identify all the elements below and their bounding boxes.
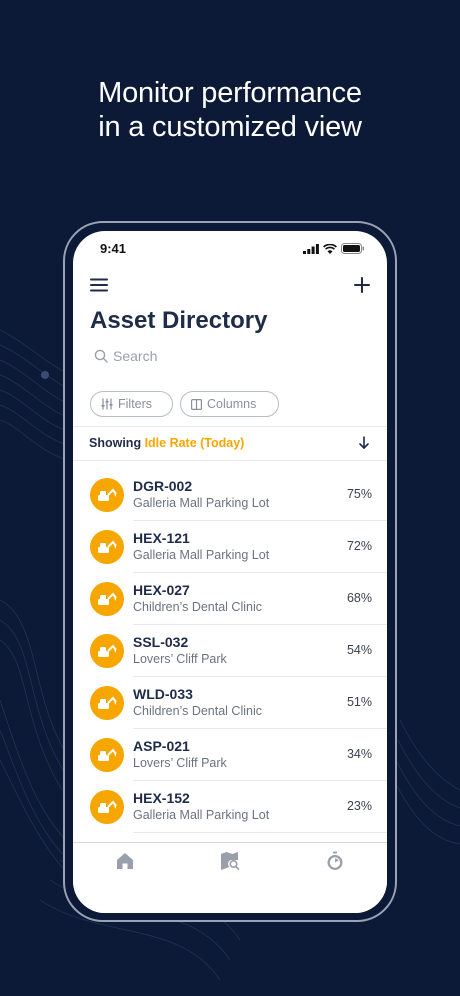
asset-id: HEX-027 [133, 582, 190, 598]
asset-id: DGR-002 [133, 478, 193, 494]
list-item[interactable]: HEX-027 Children’s Dental Clinic 68% [73, 573, 387, 625]
asset-idle-rate: 51% [346, 695, 372, 709]
asset-id: SSL-032 [133, 634, 189, 650]
battery-icon [341, 243, 364, 254]
divider [73, 426, 387, 427]
asset-idle-rate: 68% [346, 591, 372, 605]
hamburger-menu-icon[interactable] [90, 278, 108, 292]
columns-label: Columns [207, 397, 257, 411]
headline-line-2: in a customized view [98, 111, 362, 143]
showing-prefix: Showing [89, 436, 142, 450]
asset-idle-rate: 54% [346, 643, 372, 657]
status-time: 9:41 [100, 241, 127, 256]
filters-button[interactable]: Filters [90, 391, 173, 417]
list-item[interactable]: DGR-002 Galleria Mall Parking Lot 75% [73, 469, 387, 521]
columns-button[interactable]: Columns [180, 391, 279, 417]
stopwatch-icon[interactable] [325, 851, 345, 871]
excavator-icon [90, 790, 124, 824]
asset-list: DGR-002 Galleria Mall Parking Lot 75% HE… [73, 469, 387, 833]
map-search-icon[interactable] [220, 851, 240, 871]
asset-idle-rate: 75% [346, 487, 372, 501]
asset-idle-rate: 23% [346, 799, 372, 813]
excavator-icon [90, 478, 124, 512]
asset-location: Galleria Mall Parking Lot [133, 496, 270, 510]
asset-location: Children’s Dental Clinic [133, 704, 262, 718]
divider [73, 460, 387, 461]
excavator-icon [90, 582, 124, 616]
asset-id: WLD-033 [133, 686, 193, 702]
sliders-icon [101, 398, 113, 410]
status-icons [303, 243, 365, 254]
asset-idle-rate: 34% [346, 747, 372, 761]
asset-idle-rate: 72% [346, 539, 372, 553]
plus-icon[interactable] [354, 277, 370, 293]
asset-location: Galleria Mall Parking Lot [133, 548, 270, 562]
divider [133, 832, 387, 833]
marketing-headline: Monitor performance in a customized view [0, 76, 460, 144]
list-item[interactable]: HEX-152 Galleria Mall Parking Lot 23% [73, 781, 387, 833]
wifi-icon [323, 243, 337, 254]
status-bar: 9:41 [73, 231, 387, 265]
excavator-icon [90, 530, 124, 564]
asset-id: HEX-152 [133, 790, 190, 806]
headline-line-1: Monitor performance [98, 77, 362, 109]
search-input[interactable]: Search [94, 348, 157, 364]
excavator-icon [90, 686, 124, 720]
asset-id: ASP-021 [133, 738, 190, 754]
arrow-down-icon[interactable] [358, 436, 370, 450]
list-item[interactable]: ASP-021 Lovers’ Cliff Park 34% [73, 729, 387, 781]
list-item[interactable]: SSL-032 Lovers’ Cliff Park 54% [73, 625, 387, 677]
asset-location: Lovers’ Cliff Park [133, 756, 227, 770]
showing-metric: Idle Rate (Today) [144, 436, 245, 450]
search-placeholder: Search [113, 348, 158, 364]
filters-label: Filters [118, 397, 153, 411]
asset-location: Galleria Mall Parking Lot [133, 808, 270, 822]
excavator-icon [90, 738, 124, 772]
list-item[interactable]: HEX-121 Galleria Mall Parking Lot 72% [73, 521, 387, 573]
search-icon [94, 349, 108, 363]
phone-screen: 9:41 Asset Directory Search Filters Colu… [73, 231, 387, 913]
columns-icon [191, 398, 202, 410]
home-icon[interactable] [115, 851, 135, 871]
page-title: Asset Directory [90, 307, 268, 334]
excavator-icon [90, 634, 124, 668]
asset-location: Lovers’ Cliff Park [133, 652, 227, 666]
cellular-signal-icon [303, 243, 319, 254]
showing-metric-selector[interactable]: Showing Idle Rate (Today) [89, 436, 244, 450]
asset-id: HEX-121 [133, 530, 190, 546]
asset-location: Children’s Dental Clinic [133, 600, 262, 614]
list-item[interactable]: WLD-033 Children’s Dental Clinic 51% [73, 677, 387, 729]
tab-bar [73, 842, 387, 913]
